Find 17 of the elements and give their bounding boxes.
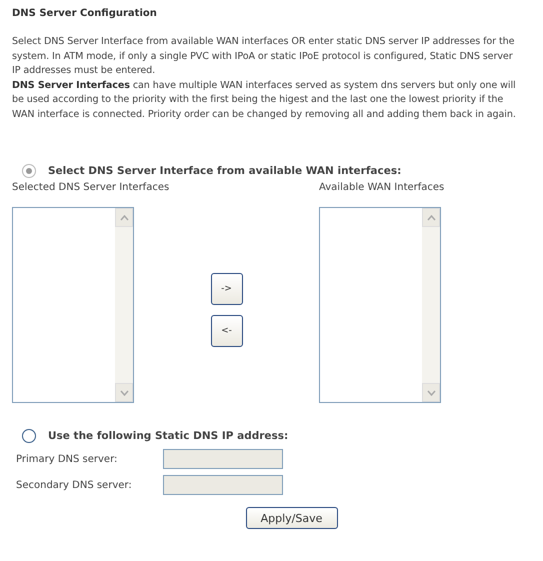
option-label: Use the following Static DNS IP address: bbox=[48, 430, 288, 442]
move-button[interactable]: <- bbox=[210, 315, 242, 347]
list-heading: Available WAN Interfaces bbox=[319, 182, 446, 193]
list-heading: Selected DNS Server Interfaces bbox=[12, 182, 170, 193]
field-label: Primary DNS server: bbox=[16, 454, 118, 464]
option-label: Select DNS Server Interface from available WAN interfaces: bbox=[48, 165, 402, 177]
list-box[interactable] bbox=[12, 207, 134, 403]
scrollbar[interactable] bbox=[115, 208, 133, 402]
move-button[interactable]: -> bbox=[210, 273, 242, 305]
page-title: DNS Server Configuration bbox=[12, 8, 158, 19]
list-box[interactable] bbox=[319, 207, 441, 403]
apply-save-button[interactable]: Apply/Save bbox=[246, 507, 338, 529]
scrollbar[interactable] bbox=[422, 208, 440, 402]
description-text: Select DNS Server Interface from available WAN interfaces OR enter static DNS server IP addresses for the system. In ATM mode, if only a single PVC with IPoA or static IPoE protocol is configured, Static DNS server IP addresses must be entered. bbox=[12, 35, 516, 78]
description-text: DNS Server Interfaces can have multiple WAN interfaces served as system dns servers but only one will be used according to the priority with the first being the higest and the last one the lowest priority if the WAN interface is connected. Priority order can be changed by removing all and adding them back in again. bbox=[12, 78, 517, 122]
field-label: Secondary DNS server: bbox=[16, 480, 133, 490]
radio-button[interactable] bbox=[22, 429, 36, 443]
